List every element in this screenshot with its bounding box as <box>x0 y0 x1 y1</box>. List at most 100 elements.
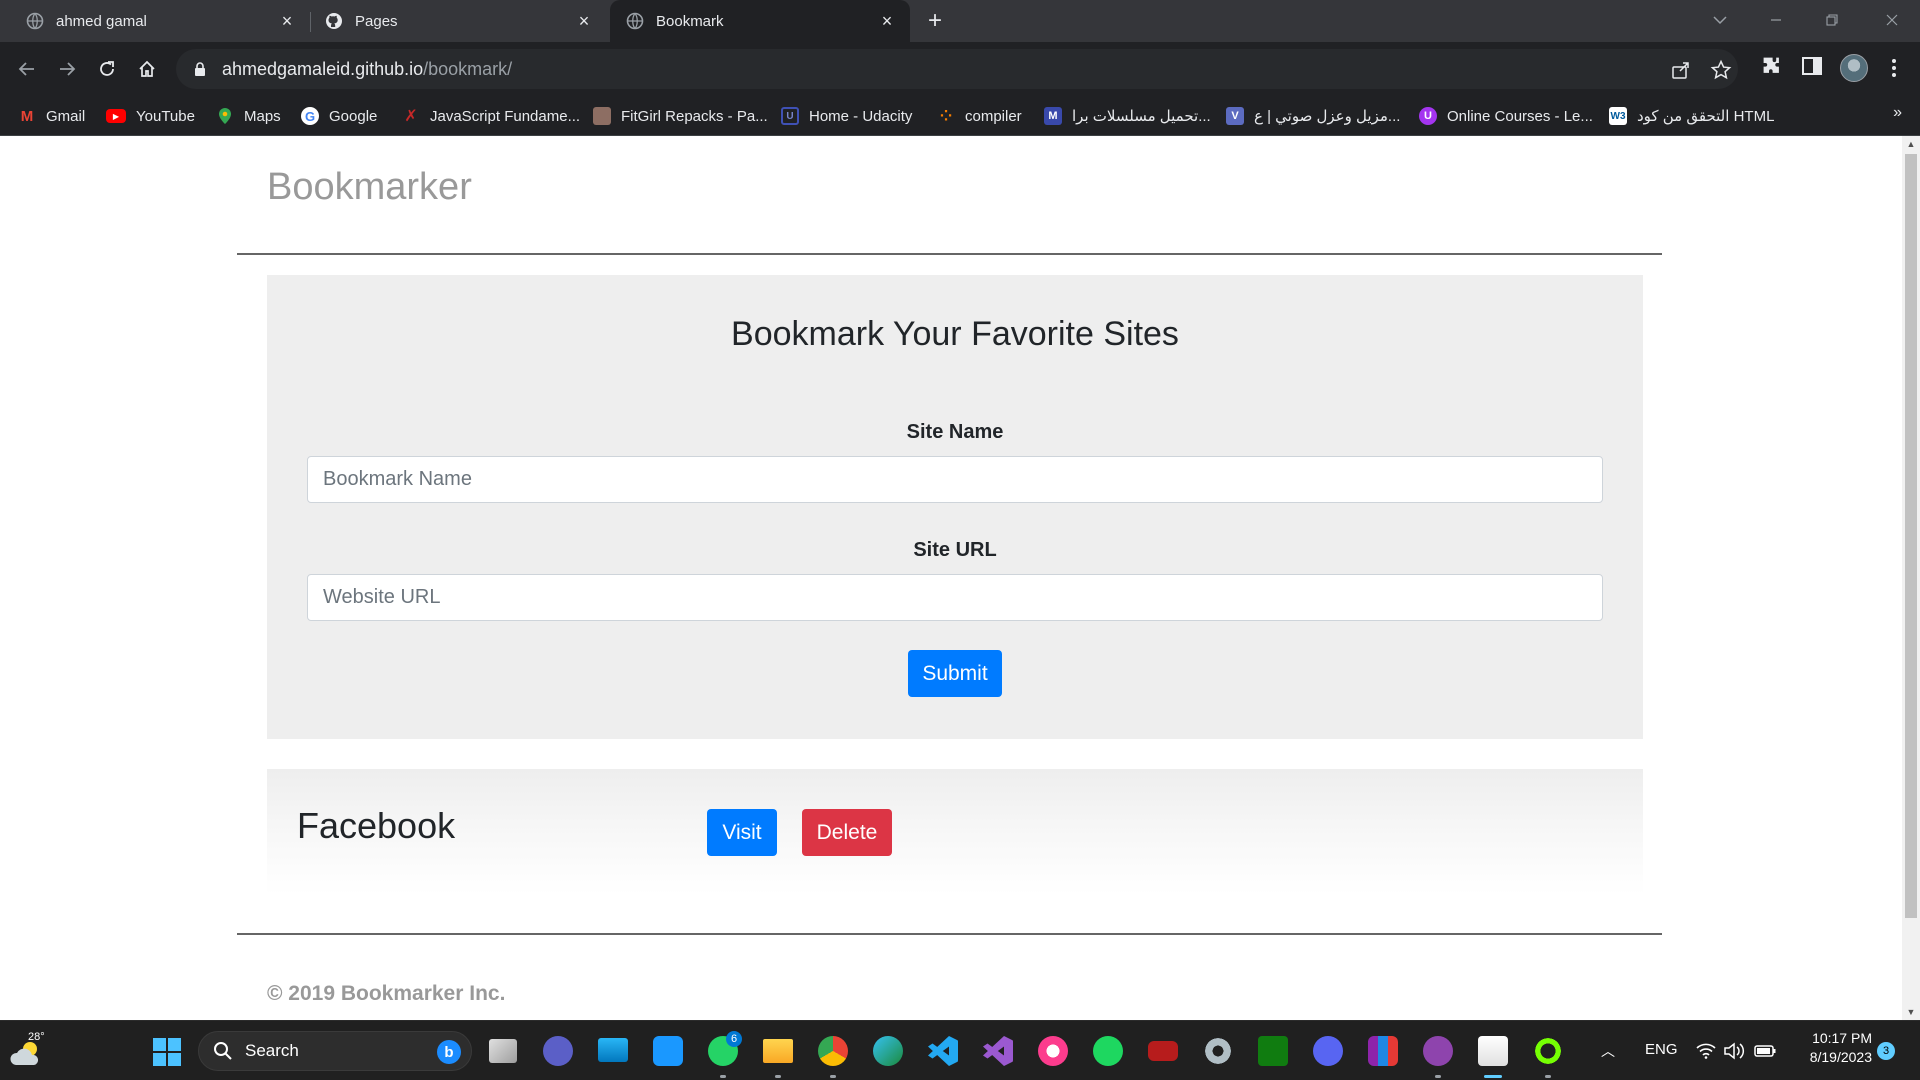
forward-button[interactable] <box>52 54 82 84</box>
itunes-icon[interactable] <box>1038 1036 1068 1066</box>
visit-button[interactable]: Visit <box>707 809 777 856</box>
close-icon[interactable]: × <box>878 11 896 31</box>
file-explorer-icon[interactable] <box>763 1039 793 1063</box>
bookmark-compiler[interactable]: ⁘ compiler <box>937 104 1022 128</box>
bookmark-w3c[interactable]: W3 التحقق من كود HTML <box>1609 104 1774 128</box>
scroll-up-arrow-icon[interactable]: ▲ <box>1902 136 1920 152</box>
settings-gear-icon[interactable] <box>1203 1036 1233 1066</box>
close-window-button[interactable] <box>1864 0 1920 40</box>
bookmark-google[interactable]: G Google <box>301 104 377 128</box>
tab-ahmed-gamal[interactable]: ahmed gamal × <box>0 0 310 42</box>
prime-video-icon[interactable] <box>653 1036 683 1066</box>
tab-strip: ahmed gamal × Pages × Bookmark × + <box>0 0 1920 42</box>
globe-icon <box>26 12 44 30</box>
star-icon[interactable] <box>1710 59 1732 81</box>
site-name-input[interactable] <box>307 456 1603 503</box>
search-label: Search <box>245 1041 299 1060</box>
restore-icon <box>1826 14 1838 26</box>
task-view-icon[interactable] <box>489 1039 517 1063</box>
home-button[interactable] <box>132 54 162 84</box>
extensions-icon[interactable] <box>1760 54 1784 78</box>
game-app-icon[interactable] <box>1148 1041 1178 1061</box>
bookmark-label: YouTube <box>136 107 195 125</box>
edge-icon[interactable] <box>873 1036 903 1066</box>
tab-pages[interactable]: Pages × <box>311 0 607 42</box>
wifi-icon[interactable] <box>1696 1043 1716 1059</box>
reload-button[interactable] <box>92 54 122 84</box>
remote-desktop-icon[interactable] <box>598 1038 628 1062</box>
url-path: /bookmark/ <box>423 58 513 79</box>
menu-button[interactable] <box>1882 54 1906 82</box>
github-desktop-icon[interactable] <box>1423 1036 1453 1066</box>
bookmark-gmail[interactable]: M Gmail <box>18 104 85 128</box>
share-icon[interactable] <box>1670 59 1692 81</box>
chrome-icon[interactable] <box>818 1036 848 1066</box>
scrollbar-thumb[interactable] <box>1905 154 1917 918</box>
new-tab-button[interactable]: + <box>922 7 948 34</box>
bookmark-udemy[interactable]: U Online Courses - Le... <box>1419 104 1593 128</box>
bookmark-series[interactable]: M تحميل مسلسلات برا... <box>1044 104 1211 128</box>
volume-icon[interactable] <box>1723 1042 1745 1060</box>
bookmark-voice[interactable]: V مزيل وعزل صوتي | ع... <box>1226 104 1400 128</box>
clock-time: 10:17 PM <box>1812 1030 1872 1046</box>
bookmark-label: التحقق من كود HTML <box>1637 108 1775 125</box>
spotify-icon[interactable] <box>1093 1036 1123 1066</box>
site-url-input[interactable] <box>307 574 1603 621</box>
media-app-icon[interactable] <box>1533 1036 1563 1066</box>
clock-date: 8/19/2023 <box>1809 1049 1872 1065</box>
reload-icon <box>100 61 114 76</box>
back-button[interactable] <box>12 54 42 84</box>
page-scrollbar[interactable]: ▲ ▼ <box>1902 136 1920 1020</box>
globe-icon <box>626 12 644 30</box>
delete-button[interactable]: Delete <box>802 809 892 856</box>
xbox-icon[interactable] <box>1258 1036 1288 1066</box>
teams-chat-icon[interactable] <box>543 1036 573 1066</box>
input-language[interactable]: ENG <box>1645 1041 1678 1058</box>
weather-widget[interactable]: 28° <box>10 1031 50 1071</box>
taskbar-search[interactable]: Search b <box>198 1031 472 1071</box>
scroll-down-arrow-icon[interactable]: ▼ <box>1902 1004 1920 1020</box>
bookmark-udacity[interactable]: U Home - Udacity <box>781 104 912 128</box>
submit-button[interactable]: Submit <box>908 650 1002 697</box>
more-bookmarks-chevron-icon[interactable]: » <box>1893 104 1902 122</box>
lock-icon[interactable] <box>192 61 208 77</box>
side-panel-icon[interactable] <box>1800 54 1824 78</box>
bookmark-maps[interactable]: Maps <box>216 104 281 128</box>
tab-bookmark[interactable]: Bookmark × <box>610 0 910 42</box>
bookmark-label: Online Courses - Le... <box>1447 107 1593 125</box>
notification-badge[interactable]: 3 <box>1877 1042 1895 1060</box>
close-icon[interactable]: × <box>278 11 296 31</box>
bookmark-youtube[interactable]: ▶ YouTube <box>106 104 195 128</box>
address-bar[interactable]: ahmedgamaleid.github.io/bookmark/ <box>176 49 1738 89</box>
winrar-icon[interactable] <box>1368 1036 1398 1066</box>
restore-button[interactable] <box>1804 0 1860 40</box>
url-host: ahmedgamaleid.github.io <box>222 58 424 79</box>
close-icon <box>1886 14 1898 26</box>
tray-overflow-chevron-icon[interactable]: ︿ <box>1601 1041 1615 1061</box>
battery-icon[interactable] <box>1753 1043 1777 1059</box>
back-arrow-icon <box>18 62 34 76</box>
vscode-icon[interactable] <box>928 1036 958 1066</box>
start-button[interactable] <box>152 1037 182 1067</box>
running-indicator <box>1435 1075 1441 1078</box>
bookmark-fitgirl[interactable]: FitGirl Repacks - Pa... <box>593 104 768 128</box>
menu-dots-icon <box>1892 66 1896 70</box>
forward-arrow-icon <box>60 62 76 76</box>
w3c-icon: W3 <box>1609 107 1627 125</box>
udemy-icon: U <box>1419 107 1437 125</box>
discord-icon[interactable] <box>1313 1036 1343 1066</box>
minimize-button[interactable] <box>1748 0 1804 40</box>
running-indicator <box>720 1075 726 1078</box>
snipping-tool-icon[interactable] <box>1478 1036 1508 1066</box>
clock[interactable]: 10:17 PM 8/19/2023 <box>1792 1030 1872 1065</box>
cloudy-moon-icon <box>10 1042 39 1065</box>
bookmark-javascript[interactable]: ✗ JavaScript Fundame... <box>402 104 580 128</box>
running-indicator <box>1545 1075 1551 1078</box>
visual-studio-icon[interactable] <box>983 1036 1013 1066</box>
tab-search-button[interactable] <box>1692 0 1748 40</box>
home-icon <box>139 60 155 77</box>
profile-avatar[interactable] <box>1840 54 1868 82</box>
footer-copyright: © 2019 Bookmarker Inc. <box>267 982 506 1005</box>
bookmark-label: Google <box>329 107 378 125</box>
close-icon[interactable]: × <box>575 11 593 31</box>
